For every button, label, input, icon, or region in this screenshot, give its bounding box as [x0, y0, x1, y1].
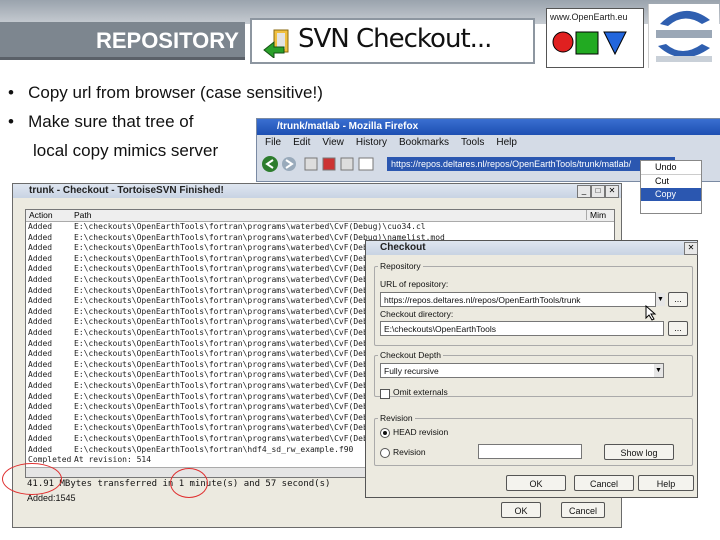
annotation-circle-left: [2, 463, 62, 495]
close-button[interactable]: ✕: [605, 185, 619, 198]
url-field[interactable]: https://repos.deltares.nl/repos/OpenEart…: [380, 292, 656, 307]
log-row-action: Added: [28, 423, 53, 433]
col-mime[interactable]: Mim: [586, 210, 606, 220]
show-log-button[interactable]: Show log: [604, 444, 674, 460]
bullet-1: • Copy url from browser (case sensitive!…: [8, 83, 323, 102]
log-row-action: Added: [28, 381, 53, 390]
bullet-2: • Make sure that tree of: [8, 112, 194, 131]
log-row-action: Added: [28, 306, 53, 316]
log-header: Action Path Mim: [26, 210, 614, 222]
omit-externals-checkbox[interactable]: [380, 389, 390, 399]
log-cancel-button[interactable]: Cancel: [561, 502, 605, 518]
head-revision-label: HEAD revision: [393, 427, 449, 437]
log-row-action: Added: [28, 275, 53, 284]
url-label: URL of repository:: [380, 279, 449, 289]
menu-edit[interactable]: Edit: [293, 137, 310, 148]
menu-bookmarks[interactable]: Bookmarks: [399, 137, 449, 148]
log-row-path: E:\checkouts\OpenEarthTools\fortran\prog…: [74, 222, 426, 231]
log-row-action: Added: [28, 444, 53, 454]
repository-group-label: Repository: [378, 261, 423, 271]
depth-dropdown-icon[interactable]: ▼: [654, 364, 663, 377]
log-row-action: Added: [28, 338, 53, 348]
menu-history[interactable]: History: [356, 137, 387, 148]
bullet-1-text: Copy url from browser (case sensitive!): [28, 83, 323, 102]
context-undo[interactable]: Undo: [641, 161, 701, 174]
dialog-title: Checkout: [366, 241, 697, 255]
log-row-action: Added: [28, 253, 53, 263]
log-row-action: Added: [28, 285, 53, 295]
context-menu[interactable]: Undo Cut Copy: [640, 160, 702, 214]
log-row-path: At revision: 514: [74, 455, 152, 465]
revision-group-label: Revision: [378, 413, 415, 423]
menu-help[interactable]: Help: [496, 137, 517, 148]
firefox-menubar: File Edit View History Bookmarks Tools Help: [257, 137, 521, 151]
firefox-nav-buttons[interactable]: [261, 155, 381, 173]
log-row-action: Added: [28, 328, 53, 337]
log-row-action: Added: [28, 370, 53, 380]
depth-select[interactable]: Fully recursive: [380, 363, 664, 378]
bullet-2-continued: local copy mimics server: [33, 141, 219, 160]
dialog-help-button[interactable]: Help: [638, 475, 694, 491]
slide-title: REPOSITORY: [0, 22, 245, 60]
dir-field[interactable]: E:\checkouts\OpenEarthTools: [380, 321, 664, 336]
minimize-button[interactable]: _: [577, 185, 591, 198]
annotation-circle-right: [170, 468, 208, 498]
context-cut[interactable]: Cut: [641, 174, 701, 188]
dir-browse-button[interactable]: ...: [668, 321, 688, 336]
log-row-action: Added: [28, 391, 53, 401]
maximize-button[interactable]: □: [591, 185, 605, 198]
subversion-s-icon: [656, 10, 712, 62]
checkout-dialog[interactable]: Checkout ✕ Repository URL of repository:…: [365, 240, 698, 498]
col-path[interactable]: Path: [74, 210, 92, 220]
dialog-ok-button[interactable]: OK: [506, 475, 566, 491]
menu-view[interactable]: View: [322, 137, 344, 148]
log-row[interactable]: Added E:\checkouts\OpenEarthTools\fortran…: [26, 222, 614, 233]
mouse-cursor-icon: [645, 305, 657, 321]
revision-radio[interactable]: [380, 448, 390, 458]
revision-field[interactable]: [478, 444, 582, 459]
log-row-action: Added: [28, 243, 53, 253]
url-browse-button[interactable]: ...: [668, 292, 688, 307]
dialog-cancel-button[interactable]: Cancel: [574, 475, 634, 491]
context-copy[interactable]: Copy: [641, 188, 701, 201]
svn-checkout-icon: [263, 29, 289, 58]
col-action[interactable]: Action: [29, 210, 53, 220]
revision-label: Revision: [393, 447, 426, 457]
svn-checkout-title: SVN Checkout...: [298, 24, 492, 54]
log-row-action: Added: [28, 296, 53, 306]
head-revision-radio[interactable]: [380, 428, 390, 438]
log-row-action: Added: [28, 402, 53, 412]
log-window-title: trunk - Checkout - TortoiseSVN Finished!: [13, 184, 621, 198]
url-dropdown-icon[interactable]: ▼: [656, 293, 665, 306]
log-row-action: Added: [28, 317, 53, 327]
log-row-action: Added: [28, 232, 53, 242]
omit-externals-label: Omit externals: [393, 387, 448, 397]
log-row-action: Added: [28, 359, 53, 369]
log-row-action: Added: [28, 434, 53, 443]
dialog-close-button[interactable]: ✕: [684, 242, 698, 255]
openearth-url: www.OpenEarth.eu: [550, 12, 628, 22]
openearth-shapes-icon: [552, 31, 627, 56]
dir-label: Checkout directory:: [380, 309, 454, 319]
menu-tools[interactable]: Tools: [461, 137, 484, 148]
firefox-title: /trunk/matlab - Mozilla Firefox: [257, 119, 720, 135]
log-row-action: Added: [28, 349, 53, 359]
log-row-action: Added: [28, 222, 53, 231]
log-row-action: Added: [28, 264, 53, 274]
log-ok-button[interactable]: OK: [501, 502, 541, 518]
log-row-path: E:\checkouts\OpenEarthTools\fortran\hdf4…: [74, 444, 354, 454]
depth-group-label: Checkout Depth: [378, 350, 443, 360]
firefox-url-bar[interactable]: https://repos.deltares.nl/repos/OpenEart…: [387, 157, 675, 171]
bullet-2-text: Make sure that tree of: [28, 112, 194, 131]
log-row-action: Added: [28, 412, 53, 422]
menu-file[interactable]: File: [265, 137, 281, 148]
